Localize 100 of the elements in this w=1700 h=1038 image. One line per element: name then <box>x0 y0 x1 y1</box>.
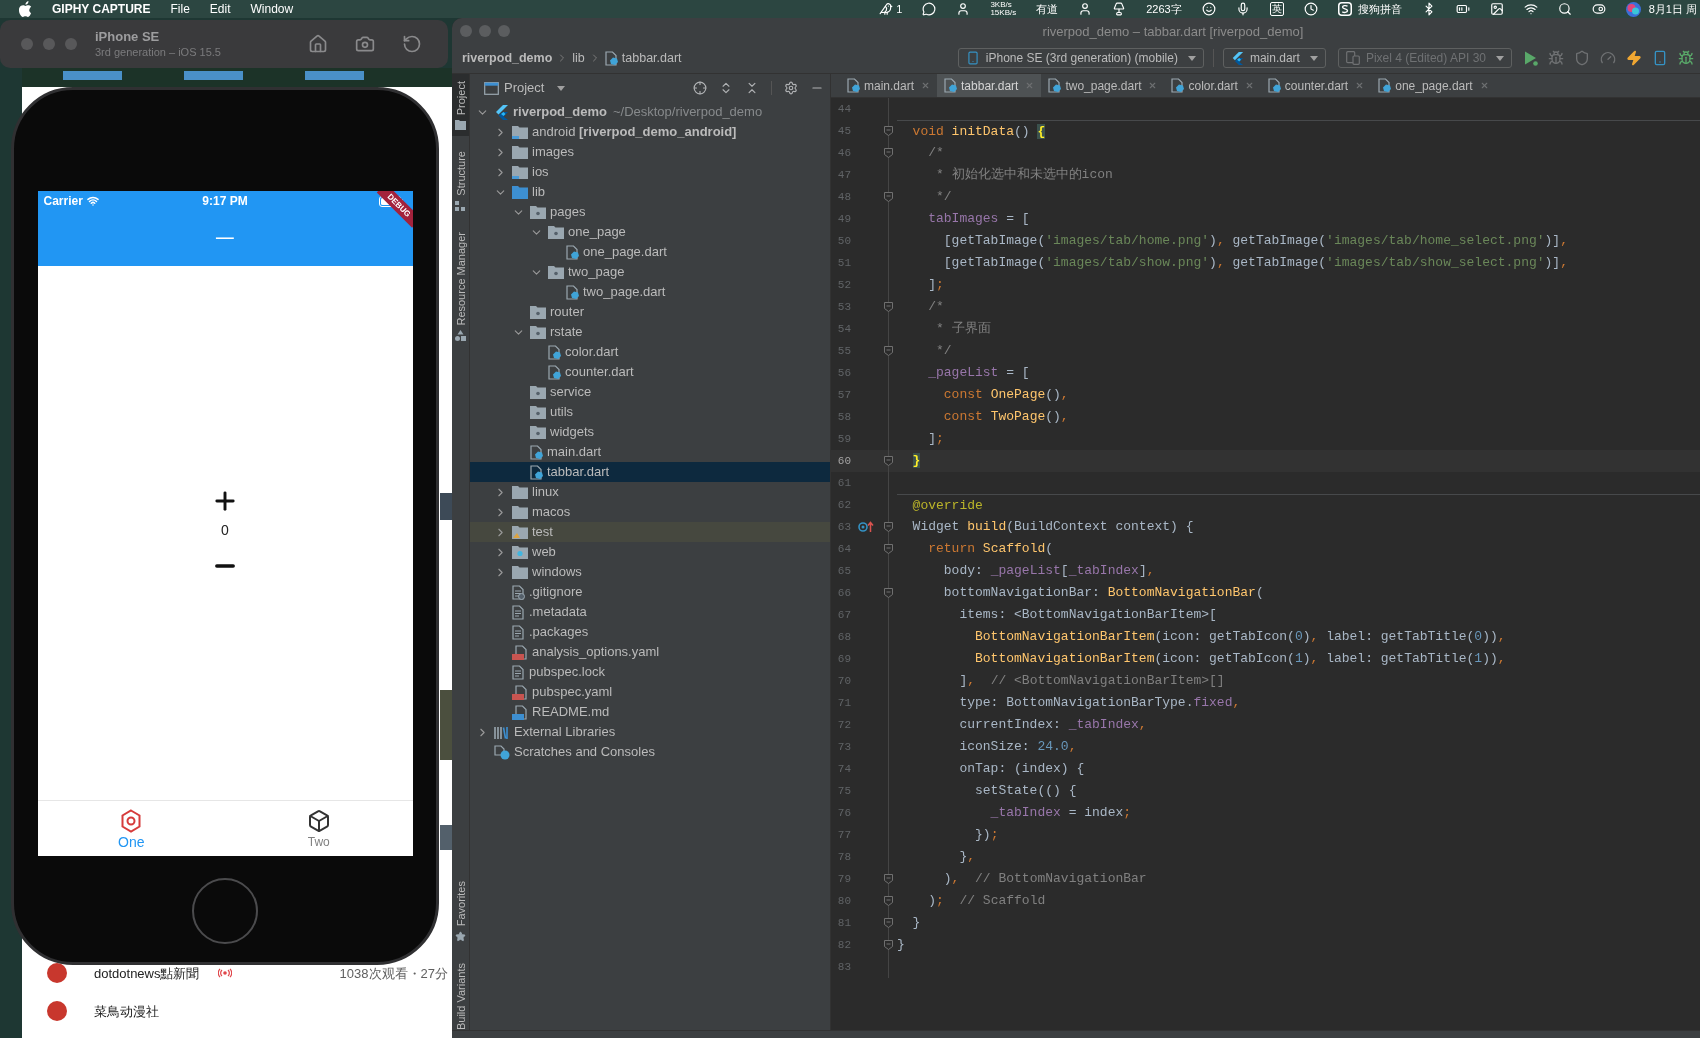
battery-icon[interactable] <box>1455 2 1470 16</box>
tool-window-tab[interactable]: Structure <box>452 144 469 217</box>
tree-item[interactable]: pubspec.lock <box>470 662 830 682</box>
tree-item[interactable]: README.md <box>470 702 830 722</box>
person-icon[interactable] <box>1078 2 1093 16</box>
fold-marker-icon[interactable] <box>884 346 893 356</box>
editor-tab[interactable]: tabbar.dart <box>937 74 1042 97</box>
smiley-icon[interactable] <box>1201 2 1216 16</box>
image-icon[interactable] <box>1489 2 1504 16</box>
orb-icon[interactable] <box>1625 1 1641 17</box>
tool-window-tab[interactable]: Project <box>452 74 469 137</box>
editor-tab[interactable]: main.dart <box>840 74 938 97</box>
menu-item[interactable]: Edit <box>209 3 231 15</box>
wifi-icon[interactable] <box>1523 2 1538 16</box>
input-mode-badge[interactable]: 英 <box>1269 2 1284 16</box>
caret-down-icon[interactable] <box>557 85 566 91</box>
structure-icon[interactable] <box>455 200 466 211</box>
settings-icon[interactable] <box>784 81 798 95</box>
input-method-icon[interactable] <box>1337 2 1352 16</box>
tree-item[interactable]: .packages <box>470 622 830 642</box>
tree-item[interactable]: tabbar.dart <box>470 462 830 482</box>
caret-down-icon[interactable] <box>1187 55 1196 61</box>
breadcrumb[interactable]: riverpod_demo <box>462 50 553 66</box>
phone-icon[interactable] <box>1652 50 1668 66</box>
camera-icon[interactable] <box>355 34 375 54</box>
caret-down-icon[interactable] <box>1309 55 1318 61</box>
tree-item[interactable]: macos <box>470 502 830 522</box>
bug-icon[interactable] <box>1678 50 1694 66</box>
gauge-icon[interactable] <box>1600 50 1616 66</box>
tree-item[interactable]: lib <box>470 182 830 202</box>
tool-window-tab[interactable]: Build Variants <box>452 955 469 1030</box>
tree-item[interactable]: android [riverpod_demo_android] <box>470 122 830 142</box>
tree-item[interactable]: Scratches and Consoles <box>470 742 830 762</box>
close-icon[interactable] <box>921 81 931 90</box>
tree-item[interactable]: .gitignore <box>470 582 830 602</box>
tree-item[interactable]: router <box>470 302 830 322</box>
tree-item[interactable]: ios <box>470 162 830 182</box>
crosshair-icon[interactable] <box>693 81 707 95</box>
fold-marker-icon[interactable] <box>884 126 893 136</box>
breadcrumb[interactable]: tabbar.dart <box>621 50 682 66</box>
tree-item[interactable]: widgets <box>470 422 830 442</box>
tree-item[interactable]: pages <box>470 202 830 222</box>
tree-item[interactable]: one_page <box>470 222 830 242</box>
editor-tab[interactable]: counter.dart <box>1260 74 1372 97</box>
home-icon[interactable] <box>308 34 328 54</box>
fold-marker-icon[interactable] <box>884 940 893 950</box>
fold-marker-icon[interactable] <box>884 918 893 928</box>
tree-item[interactable]: External Libraries <box>470 722 830 742</box>
shield-icon[interactable] <box>1574 50 1590 66</box>
tree-item[interactable]: .metadata <box>470 602 830 622</box>
nav-tab[interactable]: One <box>37 801 225 856</box>
lightning-icon[interactable] <box>1626 50 1642 66</box>
run-config-dropdown[interactable]: main.dart <box>1222 48 1326 68</box>
rotate-icon[interactable] <box>402 34 422 54</box>
fold-marker-icon[interactable] <box>884 522 893 532</box>
apple-logo-icon[interactable] <box>19 1 32 17</box>
close-icon[interactable] <box>1244 81 1254 90</box>
close-icon[interactable] <box>1355 81 1365 90</box>
tree-item[interactable]: linux <box>470 482 830 502</box>
menu-item[interactable]: File <box>170 3 190 15</box>
bird-icon[interactable] <box>879 2 894 16</box>
fold-marker-icon[interactable] <box>884 896 893 906</box>
fold-marker-icon[interactable] <box>884 192 893 202</box>
channel-name[interactable]: dotdotnews點新聞 <box>94 965 200 981</box>
fold-marker-icon[interactable] <box>884 302 893 312</box>
tree-item[interactable]: two_page <box>470 262 830 282</box>
editor-tab[interactable]: one_page.dart <box>1371 74 1496 97</box>
project-view-dropdown[interactable]: Project <box>484 80 566 96</box>
tree-item[interactable]: riverpod_demo ~/Desktop/riverpod_demo <box>470 102 830 122</box>
close-icon[interactable] <box>1479 81 1489 90</box>
menu-bar-date[interactable]: 8月1日 周 <box>1648 3 1697 15</box>
fold-marker-icon[interactable] <box>884 588 893 598</box>
star-icon[interactable] <box>455 930 466 942</box>
shapes-icon[interactable] <box>455 330 466 342</box>
editor-tab[interactable]: two_page.dart <box>1041 74 1165 97</box>
channel-name[interactable]: 菜鳥动漫社 <box>94 1003 159 1019</box>
tree-item[interactable]: analysis_options.yaml <box>470 642 830 662</box>
fold-marker-icon[interactable] <box>884 456 893 466</box>
tree-item[interactable]: two_page.dart <box>470 282 830 302</box>
chat-icon[interactable] <box>922 2 937 16</box>
word-count[interactable]: 2263字 <box>1146 3 1182 15</box>
folder-icon[interactable] <box>455 120 466 131</box>
fold-marker-icon[interactable] <box>884 544 893 554</box>
tree-item[interactable]: pubspec.yaml <box>470 682 830 702</box>
home-button[interactable] <box>192 878 258 944</box>
tree-item[interactable]: rstate <box>470 322 830 342</box>
tool-window-tab[interactable]: Resource Manager <box>452 224 469 348</box>
microphone-icon[interactable] <box>1235 2 1250 16</box>
tree-item[interactable]: one_page.dart <box>470 242 830 262</box>
override-marker-icon[interactable] <box>857 521 874 533</box>
lamp-icon[interactable] <box>1112 2 1127 16</box>
play-icon[interactable] <box>1524 50 1538 66</box>
clock-icon[interactable] <box>1303 2 1318 16</box>
app-menu-label[interactable]: 有道 <box>1036 3 1059 15</box>
close-icon[interactable] <box>1148 81 1158 90</box>
tree-item[interactable]: windows <box>470 562 830 582</box>
app-menu[interactable]: GIPHY CAPTURE <box>52 3 151 15</box>
collapse-all-icon[interactable] <box>745 81 759 95</box>
tree-item[interactable]: test <box>470 522 830 542</box>
breadcrumb[interactable]: lib <box>572 50 585 66</box>
